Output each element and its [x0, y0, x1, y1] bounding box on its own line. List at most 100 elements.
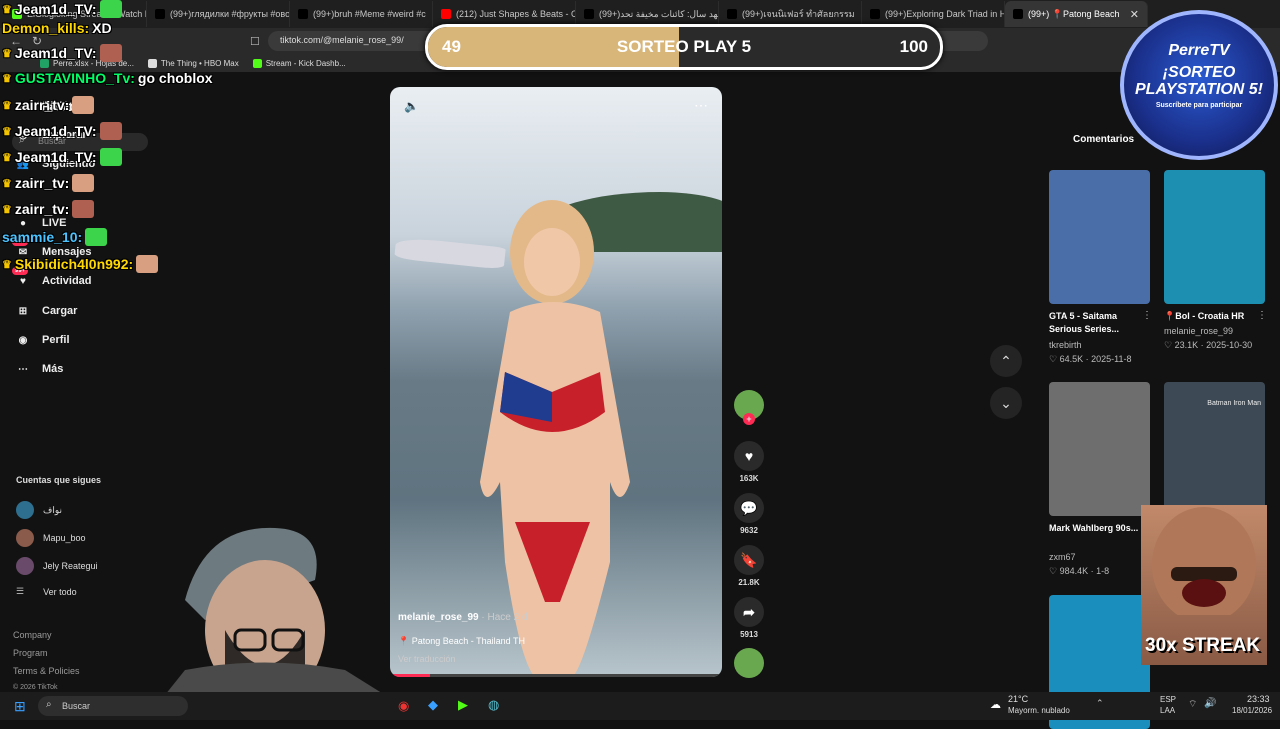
- author-avatar-button[interactable]: +: [733, 390, 765, 425]
- chat-username: Jeam1d_TV:: [14, 1, 97, 17]
- sidebar-item-actividad[interactable]: ♥ 99+ Actividad: [12, 267, 92, 290]
- browser-tab[interactable]: (99+)bruh #Meme #weird #c: [290, 1, 433, 27]
- wifi-icon[interactable]: ⌔: [1188, 698, 1197, 711]
- sound-avatar[interactable]: [733, 648, 765, 678]
- bookmark-item[interactable]: Stream - Kick Dashb...: [252, 58, 346, 68]
- footer-link[interactable]: Program: [13, 648, 48, 658]
- footer-link[interactable]: Company: [13, 630, 52, 640]
- taskbar-search[interactable]: ⌕ Buscar: [38, 696, 188, 716]
- nav-icon: ⊞: [18, 305, 28, 317]
- list-icon: ☰: [16, 586, 25, 596]
- video-author[interactable]: melanie_rose_99 · Hace 2 d: [398, 612, 528, 623]
- footer-link[interactable]: Terms & Policies: [13, 666, 80, 676]
- video-thumbnail[interactable]: Batman Iron Man: [1164, 382, 1265, 516]
- video-progress-bar[interactable]: [390, 674, 722, 677]
- following-account[interactable]: Jely Reategui: [16, 557, 98, 575]
- sidebar-item-más[interactable]: ⋯ Más: [14, 360, 63, 378]
- sidebar-item-cargar[interactable]: ⊞ Cargar: [14, 302, 78, 320]
- following-title: Cuentas que sigues: [16, 475, 102, 485]
- volume-icon[interactable]: 🔊: [1204, 698, 1216, 709]
- clock-time: 23:33: [1247, 694, 1270, 704]
- thumbnail-overlay-text: Batman Iron Man: [1207, 400, 1261, 407]
- lang-indicator[interactable]: ESP: [1160, 695, 1176, 704]
- url-text: tiktok.com/@melanie_rose_99/: [280, 35, 404, 45]
- windows-start-icon[interactable]: ⊞: [14, 698, 26, 715]
- video-thumbnail[interactable]: [1049, 170, 1150, 304]
- save-button[interactable]: 🔖 21.8K: [733, 545, 765, 587]
- close-icon[interactable]: ✕: [1130, 8, 1139, 21]
- giveaway-goal: 100: [899, 37, 928, 56]
- chat-message: ♛ zairr_tv:: [2, 96, 95, 114]
- mute-icon[interactable]: 🔈: [404, 99, 419, 113]
- bookmark-item[interactable]: The Thing • HBO Max: [147, 58, 239, 68]
- tab-favicon-icon: [441, 9, 451, 19]
- chat-username: sammie_10:: [2, 229, 83, 245]
- chat-message: ♛ Jeam1d_TV:: [2, 148, 122, 166]
- following-name: Mapu_boo: [43, 533, 86, 543]
- chat-username: zairr_tv:: [14, 201, 70, 217]
- nav-icon: ⋯: [18, 363, 28, 375]
- thumbnail-user[interactable]: zxm67: [1049, 552, 1076, 562]
- translate-link[interactable]: Ver traducción: [398, 654, 456, 664]
- emote-icon: [99, 148, 122, 166]
- next-video-button[interactable]: ⌄: [990, 387, 1022, 419]
- video-location[interactable]: 📍 Patong Beach - Thailand TH: [398, 636, 525, 647]
- chat-message: ♛ zairr_tv:: [2, 174, 95, 192]
- following-name: Jely Reategui: [43, 561, 98, 571]
- sidebar-item-perfil[interactable]: ◉ Perfil: [14, 331, 70, 349]
- chrome-icon[interactable]: ◉: [398, 698, 409, 714]
- more-options-icon[interactable]: ⋮: [1142, 310, 1152, 321]
- browser-tab[interactable]: (99+)глядилки #фрукты #ово: [147, 1, 290, 27]
- avatar: [16, 501, 34, 519]
- tab-favicon-icon: [155, 9, 165, 19]
- save-count: 21.8K: [738, 578, 760, 587]
- tab-label: (212) Just Shapes & Beats - O: [456, 9, 576, 19]
- bookmark-label: Stream - Kick Dashb...: [265, 58, 346, 68]
- globe-icon[interactable]: ◍: [488, 697, 499, 713]
- thumbnail-user[interactable]: tkrebirth: [1049, 340, 1082, 350]
- share-button[interactable]: ➦ 5913: [733, 597, 765, 639]
- thumbnail-title[interactable]: GTA 5 - Saitama Serious Series...: [1049, 310, 1149, 336]
- more-options-icon[interactable]: ⋮: [1257, 310, 1267, 321]
- emote-icon: [99, 44, 122, 62]
- previous-video-button[interactable]: ⌃: [990, 345, 1022, 377]
- bookmark-icon: 🔖: [734, 545, 764, 575]
- browser-tab[interactable]: (99+) 📍Patong Beach ✕: [1005, 1, 1148, 27]
- weather-text: Mayorm. nublado: [1008, 706, 1070, 715]
- thumbnail-title[interactable]: 📍Bol - Croatia HR: [1164, 310, 1264, 323]
- thumbnail-title[interactable]: Mark Wahlberg 90s...: [1049, 522, 1149, 535]
- laughing-face: [1152, 507, 1256, 623]
- chat-message: ♛ GUSTAVINHO_Tv: go choblox: [2, 70, 213, 86]
- windows-taskbar: ⊞ ⌕ Buscar ◉ ◆ ▶ ◍ ☁ 21°C Mayorm. nublad…: [0, 692, 1280, 720]
- video-player[interactable]: 🔈 ⋯ melanie_rose_99 · Hace 2 d 📍 Patong …: [390, 87, 722, 677]
- like-button[interactable]: ♥ 163K: [733, 441, 765, 483]
- chat-username: Jeam1d_TV:: [14, 45, 97, 61]
- see-all-label: Ver todo: [43, 586, 77, 597]
- kick-icon[interactable]: ▶: [458, 697, 468, 713]
- tab-comments[interactable]: Comentarios: [1073, 134, 1134, 145]
- more-options-icon[interactable]: ⋯: [694, 97, 708, 114]
- comment-button[interactable]: 💬 9632: [733, 493, 765, 535]
- following-account[interactable]: Mapu_boo: [16, 529, 86, 547]
- comment-icon: 💬: [734, 493, 764, 523]
- emote-icon: [99, 0, 122, 18]
- giveaway-logo: PerreTV ¡SORTEO PLAYSTATION 5! Suscríbet…: [1120, 10, 1278, 160]
- avatar: [16, 529, 34, 547]
- video-thumbnail[interactable]: [1049, 382, 1150, 516]
- see-all-link[interactable]: ☰ Ver todo: [16, 586, 77, 597]
- thumbnail-user[interactable]: melanie_rose_99: [1164, 326, 1233, 336]
- crown-icon: ♛: [2, 99, 12, 112]
- tray-chevron-icon[interactable]: ⌃: [1096, 698, 1104, 709]
- giveaway-label: SORTEO PLAY 5: [616, 37, 752, 56]
- video-thumbnail[interactable]: [1164, 170, 1265, 304]
- following-account[interactable]: نواف: [16, 501, 62, 519]
- nav-icon: ◉: [18, 334, 28, 346]
- chat-username: zairr_tv:: [14, 175, 70, 191]
- streamer-webcam: [165, 527, 385, 695]
- follow-plus-icon[interactable]: +: [743, 413, 755, 425]
- tab-label: (99+)глядилки #фрукты #ово: [170, 9, 290, 19]
- video-username[interactable]: melanie_rose_99: [398, 612, 479, 623]
- bookmark-icon[interactable]: ☐: [250, 35, 260, 48]
- app-icon[interactable]: ◆: [428, 697, 438, 713]
- person-figure: [480, 200, 630, 677]
